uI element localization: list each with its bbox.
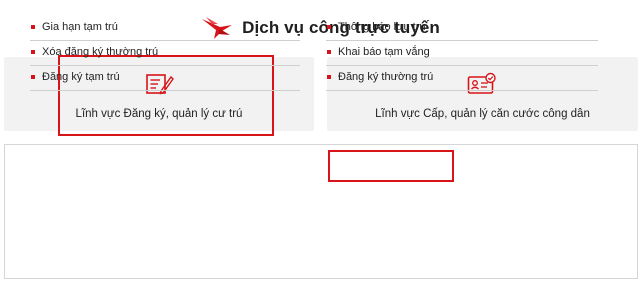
online-public-services-page: Dịch vụ công trực tuyến Lĩnh vực Đăng ký… xyxy=(0,0,640,281)
service-label: Gia hạn tạm trú xyxy=(42,21,118,33)
bullet-icon xyxy=(31,50,35,54)
service-label: Khai báo tạm vắng xyxy=(338,46,430,58)
services-list-left: Gia hạn tạm trú Xóa đăng ký thường trú Đ… xyxy=(30,16,300,91)
services-list-right: Thông báo lưu trú Khai báo tạm vắng Đăng… xyxy=(326,16,598,91)
service-label: Thông báo lưu trú xyxy=(338,21,426,33)
bullet-icon xyxy=(327,50,331,54)
service-link-accommodation-notice[interactable]: Thông báo lưu trú xyxy=(326,16,598,41)
service-label: Đăng ký tạm trú xyxy=(42,71,120,83)
service-link-temporary-absence-declaration[interactable]: Khai báo tạm vắng xyxy=(326,41,598,66)
bullet-icon xyxy=(31,25,35,29)
service-link-delete-permanent-registration[interactable]: Xóa đăng ký thường trú xyxy=(30,41,300,66)
card-label-citizen-id: Lĩnh vực Cấp, quản lý căn cước công dân xyxy=(375,108,590,120)
service-link-permanent-residence-registration[interactable]: Đăng ký thường trú xyxy=(326,66,598,91)
card-label-residence: Lĩnh vực Đăng ký, quản lý cư trú xyxy=(75,108,243,120)
bullet-icon xyxy=(31,75,35,79)
service-link-temporary-residence-registration[interactable]: Đăng ký tạm trú xyxy=(30,66,300,91)
bullet-icon xyxy=(327,25,331,29)
service-label: Đăng ký thường trú xyxy=(338,71,434,83)
services-panel xyxy=(4,144,638,279)
bullet-icon xyxy=(327,75,331,79)
service-label: Xóa đăng ký thường trú xyxy=(42,46,159,58)
service-link-extend-temporary-residence[interactable]: Gia hạn tạm trú xyxy=(30,16,300,41)
